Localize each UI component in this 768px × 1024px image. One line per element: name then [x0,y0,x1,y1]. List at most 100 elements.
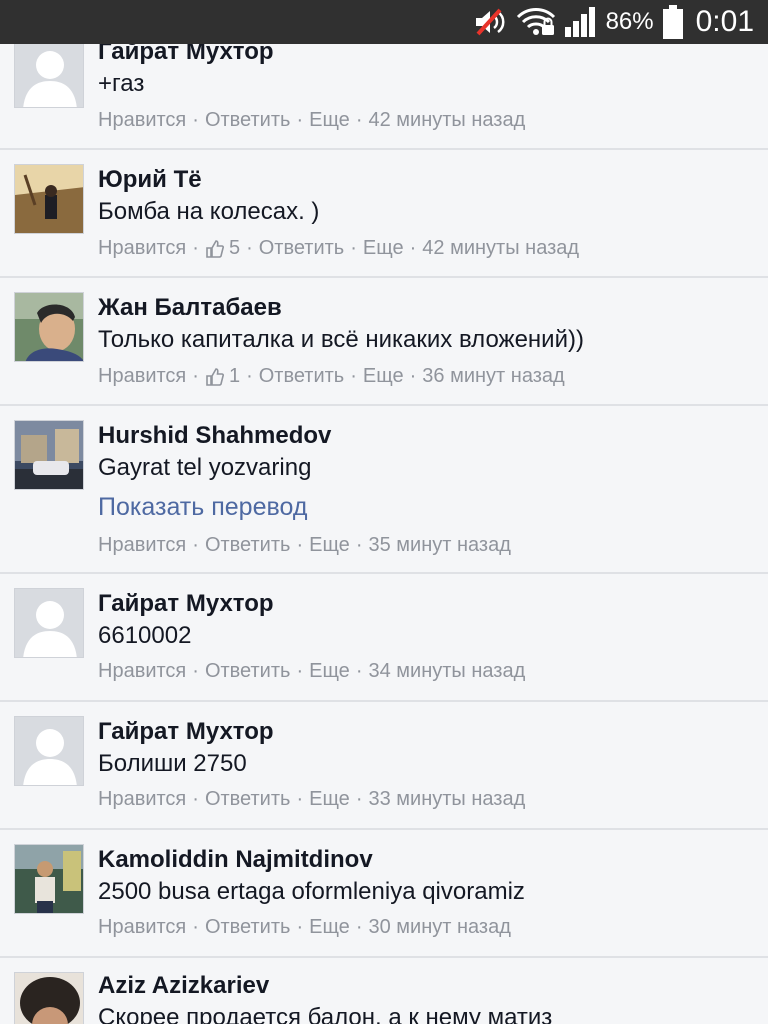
reply-link[interactable]: Ответить [205,660,291,683]
comment-time: 30 минут назад [368,916,511,938]
separator: · [350,365,357,387]
comment-meta: Нравится · Ответить · Еще · 42 минуты на… [98,109,525,132]
comment-time: 33 минуты назад [368,788,526,810]
like-link[interactable]: Нравится [98,109,186,132]
separator: · [350,237,357,259]
comment-text: +газ [98,70,145,97]
comment-item: Hurshid Shahmedov Gayrat tel yozvaring П… [0,406,768,574]
battery-percent: 86% [605,8,654,35]
comment-text: 6610002 [98,622,192,649]
avatar[interactable] [14,716,84,786]
comment-meta: Нравится · 1 · Ответить · Еще · 36 минут… [98,365,565,388]
separator: · [296,788,304,810]
separator: · [192,788,199,810]
separator: · [355,788,363,810]
separator: · [296,916,304,938]
comment-meta: Нравится · Ответить · Еще · 35 минут наз… [98,534,511,557]
comment-time: 35 минут назад [368,534,511,556]
separator: · [355,534,363,556]
comment-author[interactable]: Aziz Azizkariev [98,972,269,1000]
separator: · [296,660,304,682]
separator: · [355,660,363,682]
separator: · [192,109,199,131]
reply-link[interactable]: Ответить [259,237,345,260]
more-link[interactable]: Еще [309,660,350,683]
reply-link[interactable]: Ответить [205,788,291,811]
separator: · [192,660,199,682]
comment-author[interactable]: Hurshid Shahmedov [98,422,331,450]
comment-text: Болиши 2750 [98,750,247,777]
battery-icon [662,0,684,44]
comments-feed[interactable]: Гайрат Мухтор +газ Нравится · Ответить ·… [0,0,768,1024]
separator: · [296,534,304,556]
comment-text: Бомба на колесах. ) [98,198,320,225]
comment-meta: Нравится · 5 · Ответить · Еще · 42 минут… [98,237,579,260]
comment-meta: Нравится · Ответить · Еще · 30 минут наз… [98,916,511,939]
like-link[interactable]: Нравится [98,788,186,811]
comment-time: 36 минут назад [422,365,565,387]
comment-time: 42 минуты назад [368,109,526,131]
more-link[interactable]: Еще [309,916,350,939]
like-link[interactable]: Нравится [98,237,186,260]
comment-author[interactable]: Kamoliddin Najmitdinov [98,846,373,874]
comment-author[interactable]: Юрий Тё [98,166,202,194]
muted-speaker-icon [474,0,508,44]
reply-link[interactable]: Ответить [205,534,291,557]
like-link[interactable]: Нравится [98,365,186,388]
status-bar: 86% 0:01 [0,0,768,44]
like-count[interactable]: 5 [205,237,240,260]
comment-meta: Нравится · Ответить · Еще · 34 минуты на… [98,660,525,683]
show-translation-link[interactable]: Показать перевод [98,493,307,522]
comment-meta: Нравится · Ответить · Еще · 33 минуты на… [98,788,525,811]
signal-bars-icon [564,0,598,44]
more-link[interactable]: Еще [309,109,350,132]
comment-author[interactable]: Гайрат Мухтор [98,590,274,618]
like-count-value: 1 [228,365,241,387]
avatar[interactable] [14,420,84,490]
comment-item: Гайрат Мухтор 6610002 Нравится · Ответит… [0,574,768,702]
wifi-locked-icon [516,0,556,44]
separator: · [192,534,199,556]
comment-author[interactable]: Жан Балтабаев [98,294,282,322]
comment-item: Юрий Тё Бомба на колесах. ) Нравится · 5… [0,150,768,278]
avatar[interactable] [14,164,84,234]
separator: · [409,365,417,387]
like-link[interactable]: Нравится [98,660,186,683]
more-link[interactable]: Еще [309,788,350,811]
avatar[interactable] [14,844,84,914]
comment-text: 2500 busa ertaga oformleniya qivoramiz [98,878,525,905]
comment-item: Жан Балтабаев Только капиталка и всё ник… [0,278,768,406]
comment-text: Только капиталка и всё никаких вложений)… [98,326,584,353]
avatar[interactable] [14,292,84,362]
reply-link[interactable]: Ответить [205,916,291,939]
comment-text: Скорее продается балон, а к нему матиз [98,1004,553,1024]
comment-time: 42 минуты назад [422,237,580,259]
separator: · [192,365,199,387]
comment-item: Kamoliddin Najmitdinov 2500 busa ertaga … [0,830,768,958]
separator: · [192,237,199,259]
separator: · [355,109,363,131]
reply-link[interactable]: Ответить [259,365,345,388]
more-link[interactable]: Еще [363,365,404,388]
comment-time: 34 минуты назад [368,660,526,682]
avatar[interactable] [14,38,84,108]
separator: · [192,916,199,938]
reply-link[interactable]: Ответить [205,109,291,132]
comment-item: Aziz Azizkariev Скорее продается балон, … [0,958,768,1024]
comment-author[interactable]: Гайрат Мухтор [98,718,274,746]
more-link[interactable]: Еще [363,237,404,260]
thumbs-up-icon [206,367,224,386]
more-link[interactable]: Еще [309,534,350,557]
comment-text: Gayrat tel yozvaring [98,454,312,481]
separator: · [246,237,253,259]
separator: · [296,109,304,131]
comment-item: Гайрат Мухтор Болиши 2750 Нравится · Отв… [0,702,768,830]
like-link[interactable]: Нравится [98,534,186,557]
clock: 0:01 [695,5,754,38]
avatar[interactable] [14,588,84,658]
thumbs-up-icon [206,239,224,258]
like-count[interactable]: 1 [205,365,240,388]
like-link[interactable]: Нравится [98,916,186,939]
separator: · [355,916,363,938]
avatar[interactable] [14,972,84,1024]
